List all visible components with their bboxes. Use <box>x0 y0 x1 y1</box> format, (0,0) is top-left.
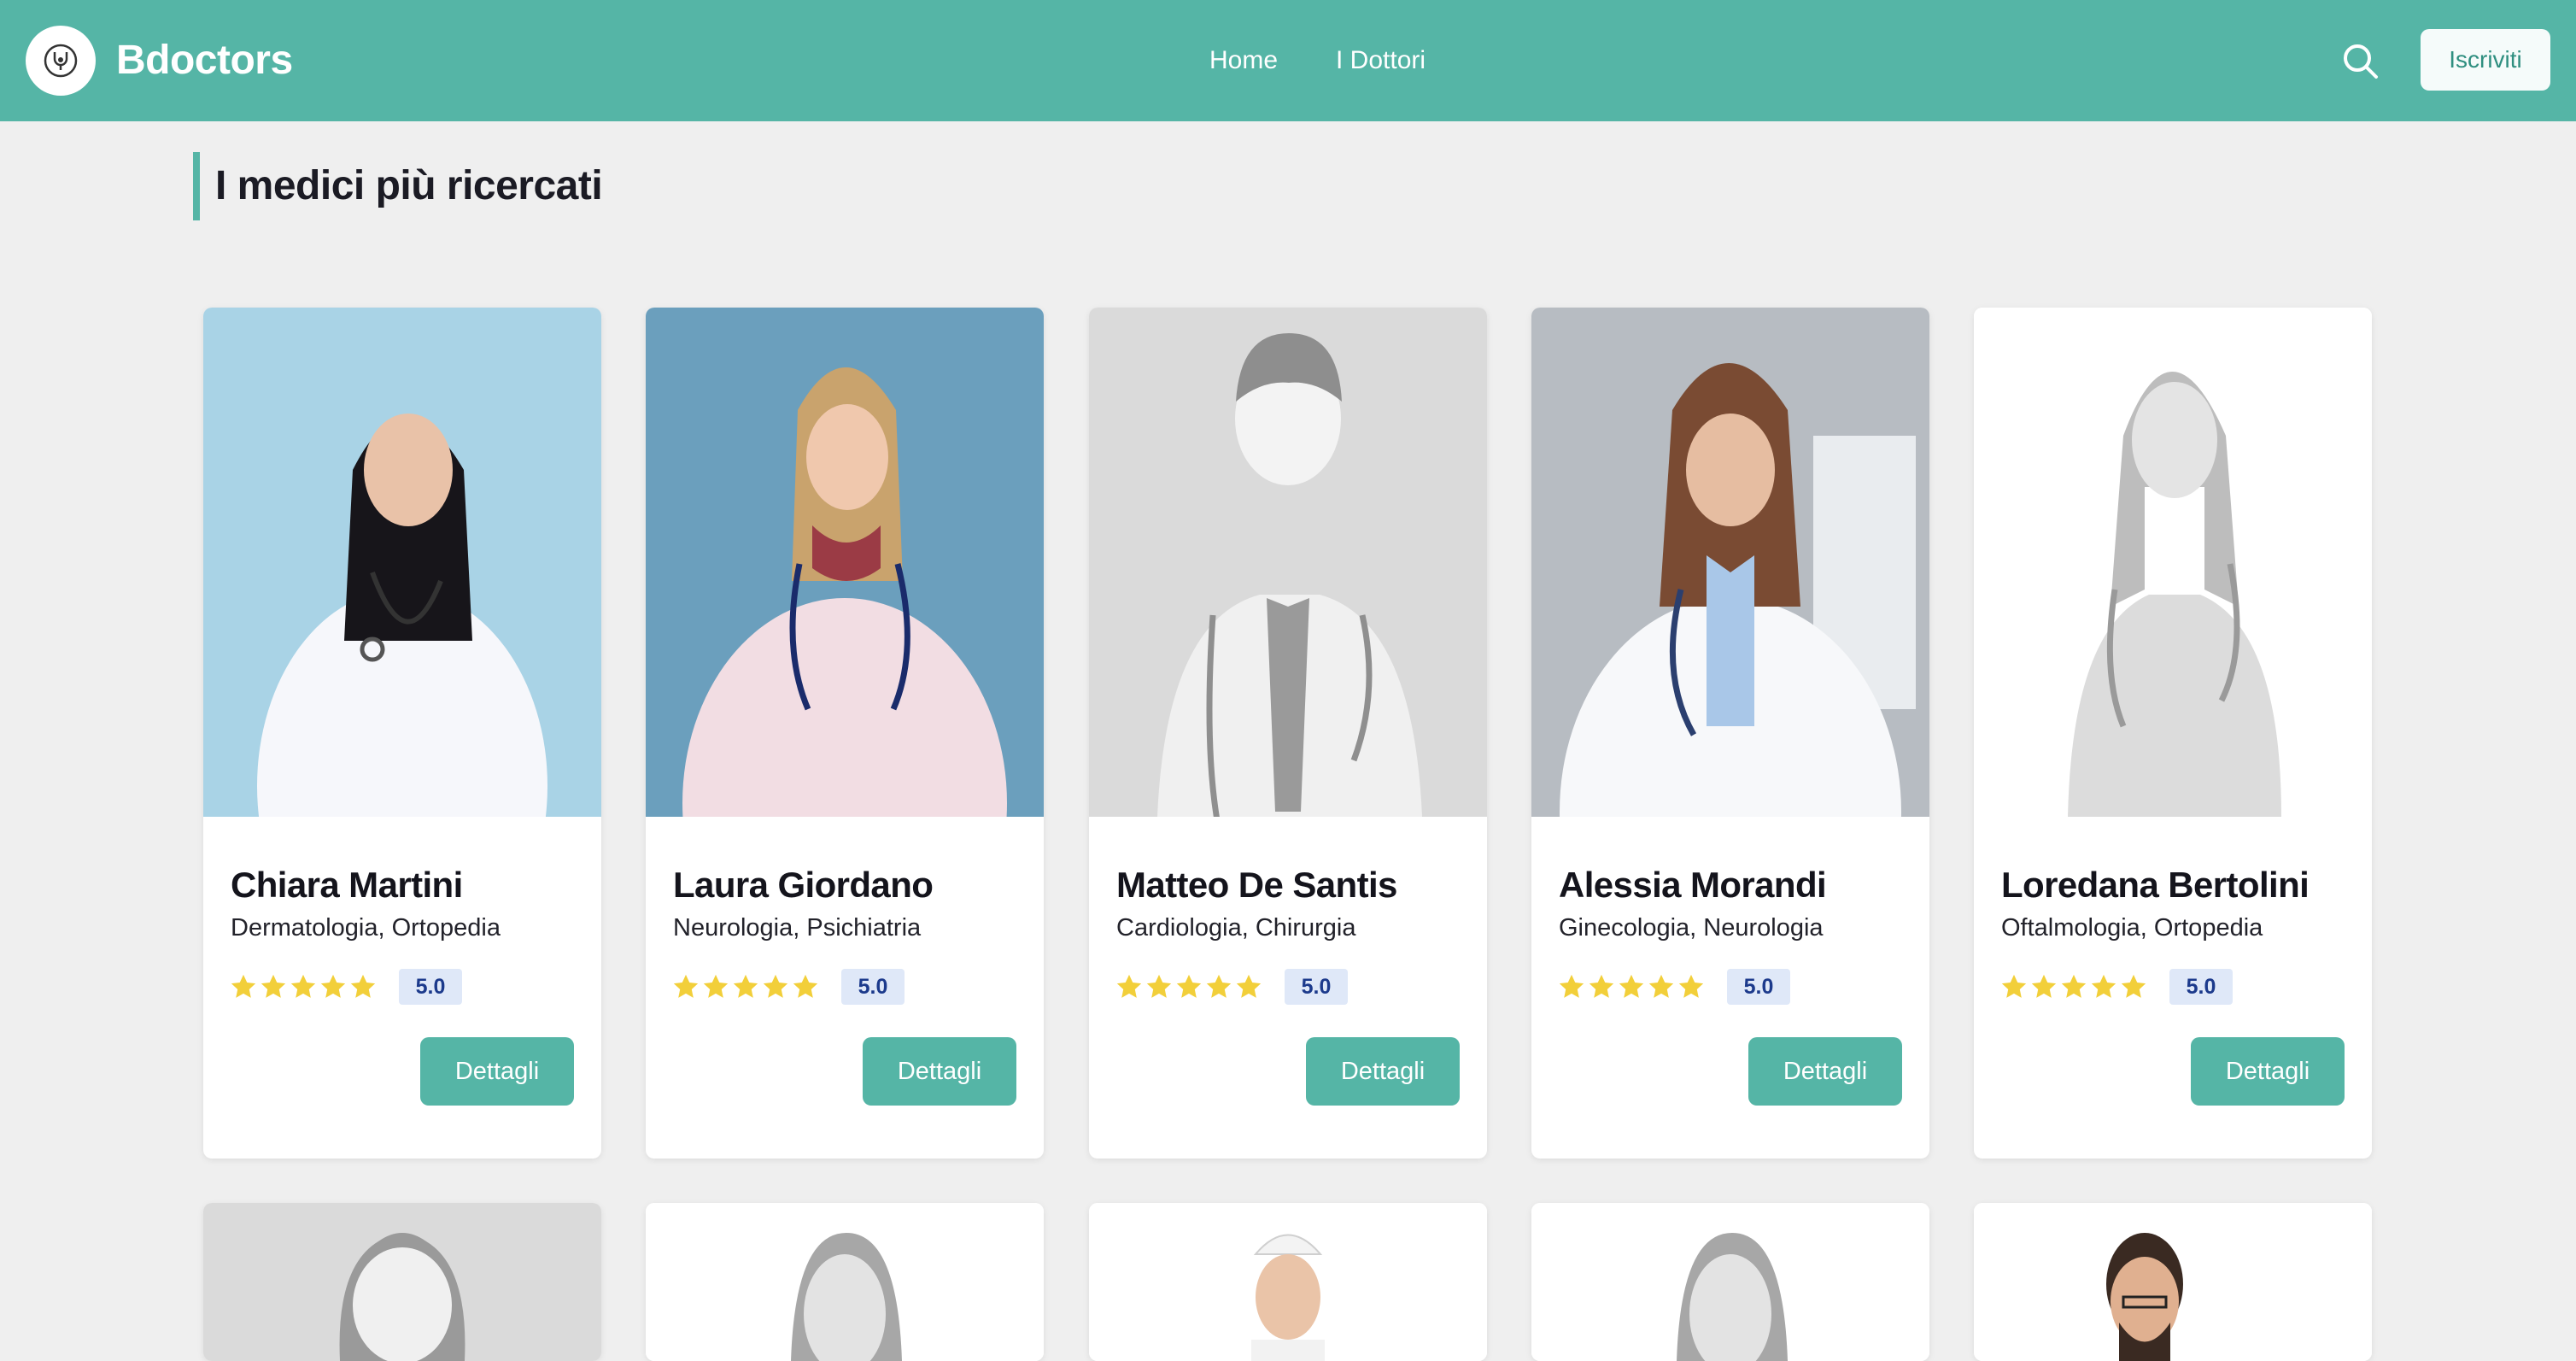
doctor-name: Chiara Martini <box>231 865 463 905</box>
star-icon <box>1678 974 1704 998</box>
doctor-card[interactable]: Chiara Martini Dermatologia, Ortopedia 5… <box>203 308 601 1159</box>
details-button[interactable]: Dettagli <box>863 1037 1016 1106</box>
star-icon <box>290 974 316 998</box>
nav-doctors[interactable]: I Dottori <box>1336 41 1426 80</box>
details-button[interactable]: Dettagli <box>1748 1037 1902 1106</box>
star-icon <box>350 974 376 998</box>
star-icon <box>1559 974 1584 998</box>
rating-badge: 5.0 <box>841 969 905 1005</box>
star-icon <box>1116 974 1142 998</box>
doctor-card[interactable]: Loredana Bertolini Oftalmologia, Ortoped… <box>1974 308 2372 1159</box>
doctor-photo <box>1089 308 1487 817</box>
signup-button[interactable]: Iscriviti <box>2421 29 2550 91</box>
section-title: I medici più ricercati <box>193 152 603 220</box>
rating: 5.0 <box>1115 969 1348 1005</box>
doctor-specialties: Neurologia, Psichiatria <box>673 914 922 942</box>
doctor-name: Matteo De Santis <box>1116 865 1397 905</box>
star-icon <box>1236 974 1262 998</box>
star-icon <box>733 974 758 998</box>
rating-badge: 5.0 <box>1285 969 1348 1005</box>
doctor-name: Laura Giordano <box>673 865 934 905</box>
star-icon <box>231 974 256 998</box>
doctor-specialties: Cardiologia, Chirurgia <box>1116 914 1356 942</box>
star-icon <box>2061 974 2087 998</box>
rating: 5.0 <box>1999 969 2233 1005</box>
doctor-photo <box>1974 308 2372 817</box>
logo[interactable] <box>26 26 96 96</box>
star-icon <box>1146 974 1172 998</box>
search-icon <box>2344 44 2378 79</box>
search-button[interactable] <box>2340 41 2381 82</box>
rating-badge: 5.0 <box>2169 969 2233 1005</box>
details-button[interactable]: Dettagli <box>2191 1037 2345 1106</box>
doctor-card[interactable] <box>1531 1203 1929 1361</box>
brand-name[interactable]: Bdoctors <box>116 31 293 91</box>
doctor-card[interactable] <box>203 1203 601 1361</box>
doctor-photo <box>203 308 601 817</box>
star-icon <box>1206 974 1232 998</box>
doctor-photo <box>1531 1203 1929 1361</box>
star-icon <box>1619 974 1644 998</box>
doctor-card[interactable] <box>1089 1203 1487 1361</box>
star-icon <box>763 974 788 998</box>
stethoscope-icon <box>44 44 78 78</box>
rating: 5.0 <box>671 969 905 1005</box>
doctor-card[interactable] <box>646 1203 1044 1361</box>
doctor-specialties: Dermatologia, Ortopedia <box>231 914 501 942</box>
star-icon <box>2001 974 2027 998</box>
details-button[interactable]: Dettagli <box>1306 1037 1460 1106</box>
doctor-name: Loredana Bertolini <box>2001 865 2310 905</box>
rating-badge: 5.0 <box>1727 969 1790 1005</box>
doctor-card[interactable]: Alessia Morandi Ginecologia, Neurologia … <box>1531 308 1929 1159</box>
doctor-photo <box>646 1203 1044 1361</box>
doctor-card[interactable]: Laura Giordano Neurologia, Psichiatria 5… <box>646 308 1044 1159</box>
star-icon <box>320 974 346 998</box>
star-icon <box>1648 974 1674 998</box>
star-icon <box>261 974 286 998</box>
nav-home[interactable]: Home <box>1209 41 1278 80</box>
details-button[interactable]: Dettagli <box>420 1037 574 1106</box>
star-icon <box>2121 974 2146 998</box>
star-icon <box>1176 974 1202 998</box>
doctor-specialties: Oftalmologia, Ortopedia <box>2001 914 2263 942</box>
star-icon <box>703 974 729 998</box>
doctor-photo <box>646 308 1044 817</box>
rating: 5.0 <box>229 969 462 1005</box>
doctor-card[interactable] <box>1974 1203 2372 1361</box>
doctor-name: Alessia Morandi <box>1559 865 1827 905</box>
star-icon <box>673 974 699 998</box>
doctor-photo <box>203 1203 601 1361</box>
star-icon <box>793 974 818 998</box>
rating-badge: 5.0 <box>399 969 462 1005</box>
star-icon <box>2091 974 2116 998</box>
doctor-photo <box>1531 308 1929 817</box>
doctor-specialties: Ginecologia, Neurologia <box>1559 914 1824 942</box>
doctor-card[interactable]: Matteo De Santis Cardiologia, Chirurgia … <box>1089 308 1487 1159</box>
top-navbar: Bdoctors Home I Dottori Iscriviti <box>0 0 2576 121</box>
doctor-photo <box>1089 1203 1487 1361</box>
star-icon <box>1589 974 1614 998</box>
doctor-photo <box>1974 1203 2372 1361</box>
star-icon <box>2031 974 2057 998</box>
rating: 5.0 <box>1557 969 1790 1005</box>
